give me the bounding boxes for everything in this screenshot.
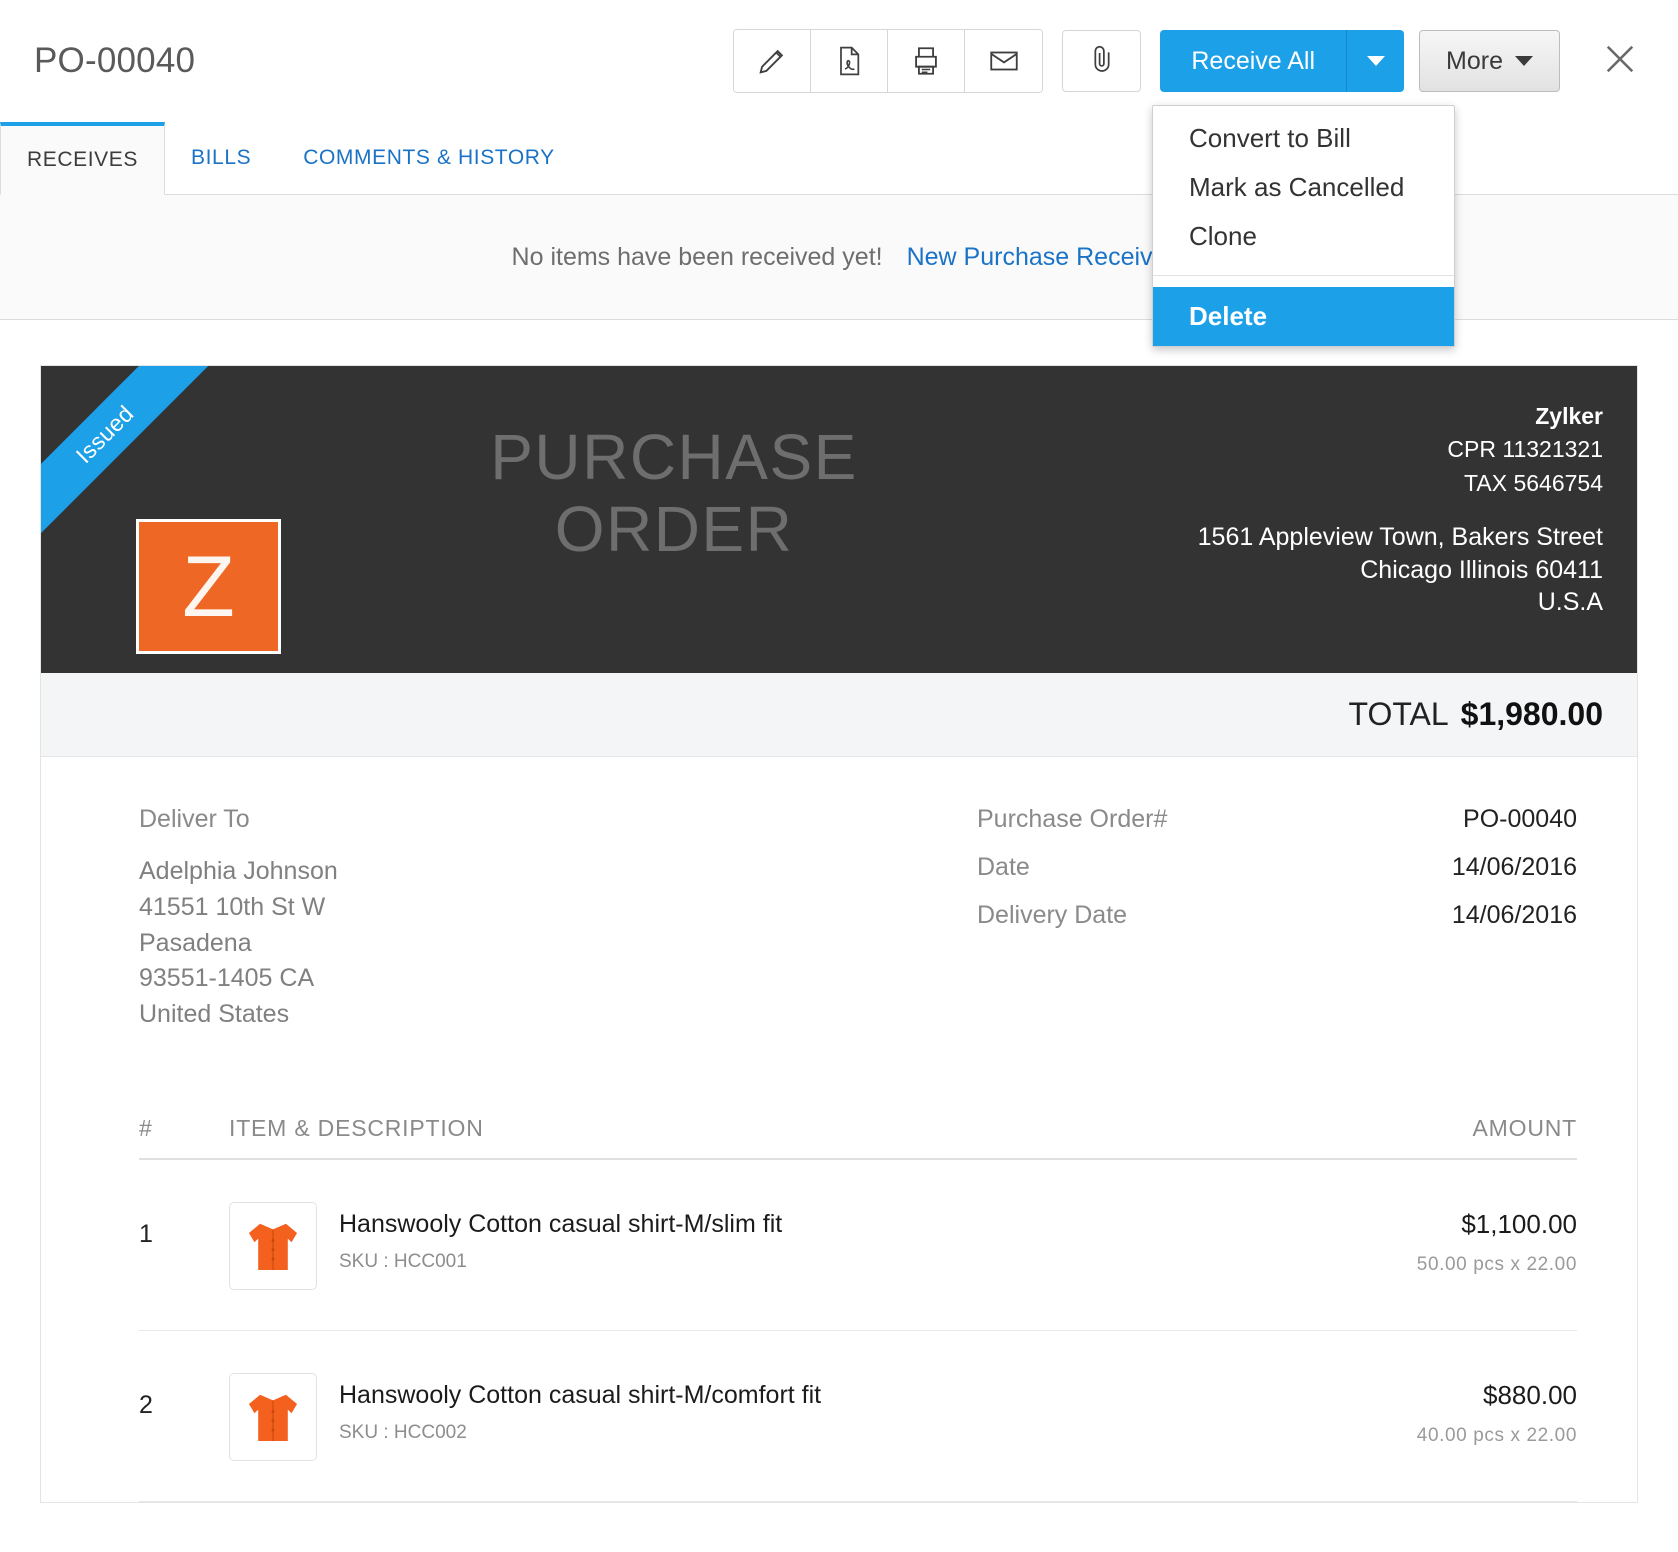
shirt-icon bbox=[236, 1209, 310, 1283]
email-icon bbox=[986, 44, 1022, 78]
document-header: Issued Z PURCHASE ORDER Zylker CPR 11321… bbox=[41, 366, 1637, 673]
empty-state-text: No items have been received yet! bbox=[512, 243, 883, 272]
meta-value: PO-00040 bbox=[1463, 805, 1577, 834]
print-button[interactable] bbox=[888, 30, 965, 92]
icon-button-group bbox=[733, 29, 1043, 93]
toolbar-actions: Receive All More bbox=[733, 29, 1644, 93]
email-button[interactable] bbox=[965, 30, 1042, 92]
attachment-button[interactable] bbox=[1062, 30, 1141, 92]
item-thumbnail bbox=[229, 1202, 317, 1290]
purchase-order-document: Issued Z PURCHASE ORDER Zylker CPR 11321… bbox=[40, 365, 1638, 1503]
page-title: PO-00040 bbox=[34, 41, 195, 81]
company-name: Zylker bbox=[1447, 400, 1603, 433]
more-button[interactable]: More bbox=[1419, 30, 1560, 92]
menu-item-clone[interactable]: Clone bbox=[1153, 212, 1454, 261]
line-item-text: Hanswooly Cotton casual shirt-M/comfort … bbox=[339, 1373, 821, 1444]
document-info-row: Deliver To Adelphia Johnson 41551 10th S… bbox=[139, 805, 1577, 1033]
meta-value: 14/06/2016 bbox=[1452, 853, 1577, 882]
meta-value: 14/06/2016 bbox=[1452, 901, 1577, 930]
menu-item-mark-as-cancelled[interactable]: Mark as Cancelled bbox=[1153, 163, 1454, 212]
new-purchase-receive-link[interactable]: New Purchase Receive bbox=[907, 243, 1167, 272]
receive-all-dropdown-toggle[interactable] bbox=[1346, 30, 1404, 92]
company-cpr: CPR 11321321 bbox=[1447, 433, 1603, 466]
meta-row-date: Date 14/06/2016 bbox=[977, 853, 1577, 882]
close-icon bbox=[1599, 38, 1641, 85]
deliver-to-line-1: Adelphia Johnson bbox=[139, 854, 858, 890]
company-identity: Zylker CPR 11321321 TAX 5646754 bbox=[1447, 400, 1603, 500]
attachment-icon bbox=[1086, 42, 1118, 81]
more-button-label: More bbox=[1446, 47, 1503, 76]
table-row: 1 Hanswooly Cotton ca bbox=[139, 1160, 1577, 1331]
pdf-icon bbox=[833, 44, 865, 78]
line-item-amount: $880.00 bbox=[1317, 1380, 1577, 1411]
meta-row-purchase-order-number: Purchase Order# PO-00040 bbox=[977, 805, 1577, 834]
more-dropdown-menu: Convert to Bill Mark as Cancelled Clone … bbox=[1152, 105, 1455, 347]
line-item-amount: $1,100.00 bbox=[1317, 1209, 1577, 1240]
company-address-line-1: 1561 Appleview Town, Bakers Street bbox=[1198, 521, 1603, 554]
company-address-line-2: Chicago Illinois 60411 bbox=[1198, 554, 1603, 587]
meta-label: Date bbox=[977, 853, 1030, 882]
deliver-to-label: Deliver To bbox=[139, 805, 858, 834]
deliver-to-block: Deliver To Adelphia Johnson 41551 10th S… bbox=[139, 805, 858, 1033]
line-item-calculation: 50.00 pcs x 22.00 bbox=[1317, 1254, 1577, 1276]
edit-button[interactable] bbox=[734, 30, 811, 92]
deliver-to-line-3: Pasadena bbox=[139, 926, 858, 962]
line-item-main: Hanswooly Cotton casual shirt-M/comfort … bbox=[229, 1373, 1317, 1461]
company-tax: TAX 5646754 bbox=[1447, 467, 1603, 500]
line-item-index: 1 bbox=[139, 1202, 229, 1249]
document-wrapper: Issued Z PURCHASE ORDER Zylker CPR 11321… bbox=[0, 320, 1678, 1503]
line-item-amount-cell: $1,100.00 50.00 pcs x 22.00 bbox=[1317, 1202, 1577, 1276]
deliver-to-line-4: 93551-1405 CA bbox=[139, 961, 858, 997]
tab-bills[interactable]: BILLS bbox=[165, 122, 277, 194]
line-items-header: # ITEM & DESCRIPTION AMOUNT bbox=[139, 1115, 1577, 1160]
line-item-text: Hanswooly Cotton casual shirt-M/slim fit… bbox=[339, 1202, 782, 1273]
line-item-name: Hanswooly Cotton casual shirt-M/comfort … bbox=[339, 1380, 821, 1410]
company-address-line-3: U.S.A bbox=[1198, 586, 1603, 619]
close-button[interactable] bbox=[1596, 37, 1644, 85]
line-item-name: Hanswooly Cotton casual shirt-M/slim fit bbox=[339, 1209, 782, 1239]
line-item-index: 2 bbox=[139, 1373, 229, 1420]
column-header-description: ITEM & DESCRIPTION bbox=[229, 1115, 1317, 1142]
document-body: Deliver To Adelphia Johnson 41551 10th S… bbox=[41, 757, 1637, 1502]
column-header-number: # bbox=[139, 1115, 229, 1142]
pdf-button[interactable] bbox=[811, 30, 888, 92]
table-row: 2 Hanswooly Cotton ca bbox=[139, 1331, 1577, 1502]
meta-label: Purchase Order# bbox=[977, 805, 1167, 834]
line-item-amount-cell: $880.00 40.00 pcs x 22.00 bbox=[1317, 1373, 1577, 1447]
receive-all-group: Receive All bbox=[1160, 30, 1404, 92]
line-item-sku: SKU : HCC001 bbox=[339, 1251, 782, 1273]
toolbar: PO-00040 bbox=[0, 0, 1678, 122]
menu-item-delete[interactable]: Delete bbox=[1153, 287, 1454, 346]
total-bar: TOTAL $1,980.00 bbox=[41, 673, 1637, 757]
total-value: $1,980.00 bbox=[1461, 696, 1603, 733]
line-item-calculation: 40.00 pcs x 22.00 bbox=[1317, 1425, 1577, 1447]
document-title-line2: ORDER bbox=[41, 494, 1307, 566]
line-item-sku: SKU : HCC002 bbox=[339, 1422, 821, 1444]
menu-divider bbox=[1153, 275, 1454, 276]
tab-comments-history[interactable]: COMMENTS & HISTORY bbox=[277, 122, 581, 194]
deliver-to-line-5: United States bbox=[139, 997, 858, 1033]
chevron-down-icon bbox=[1367, 56, 1385, 66]
print-icon bbox=[909, 44, 943, 78]
column-header-amount: AMOUNT bbox=[1317, 1115, 1577, 1142]
document-title-line1: PURCHASE bbox=[41, 422, 1307, 494]
edit-icon bbox=[755, 44, 789, 78]
shirt-icon bbox=[236, 1380, 310, 1454]
total-label: TOTAL bbox=[1348, 696, 1448, 733]
item-thumbnail bbox=[229, 1373, 317, 1461]
line-item-main: Hanswooly Cotton casual shirt-M/slim fit… bbox=[229, 1202, 1317, 1290]
meta-label: Delivery Date bbox=[977, 901, 1127, 930]
menu-item-convert-to-bill[interactable]: Convert to Bill bbox=[1153, 114, 1454, 163]
purchase-order-meta: Purchase Order# PO-00040 Date 14/06/2016… bbox=[977, 805, 1577, 1033]
deliver-to-line-2: 41551 10th St W bbox=[139, 890, 858, 926]
company-address: 1561 Appleview Town, Bakers Street Chica… bbox=[1198, 521, 1603, 619]
receive-all-button[interactable]: Receive All bbox=[1160, 30, 1346, 92]
line-items-table: # ITEM & DESCRIPTION AMOUNT 1 bbox=[139, 1115, 1577, 1502]
meta-row-delivery-date: Delivery Date 14/06/2016 bbox=[977, 901, 1577, 930]
chevron-down-icon bbox=[1515, 56, 1533, 66]
tab-receives[interactable]: RECEIVES bbox=[0, 122, 165, 195]
